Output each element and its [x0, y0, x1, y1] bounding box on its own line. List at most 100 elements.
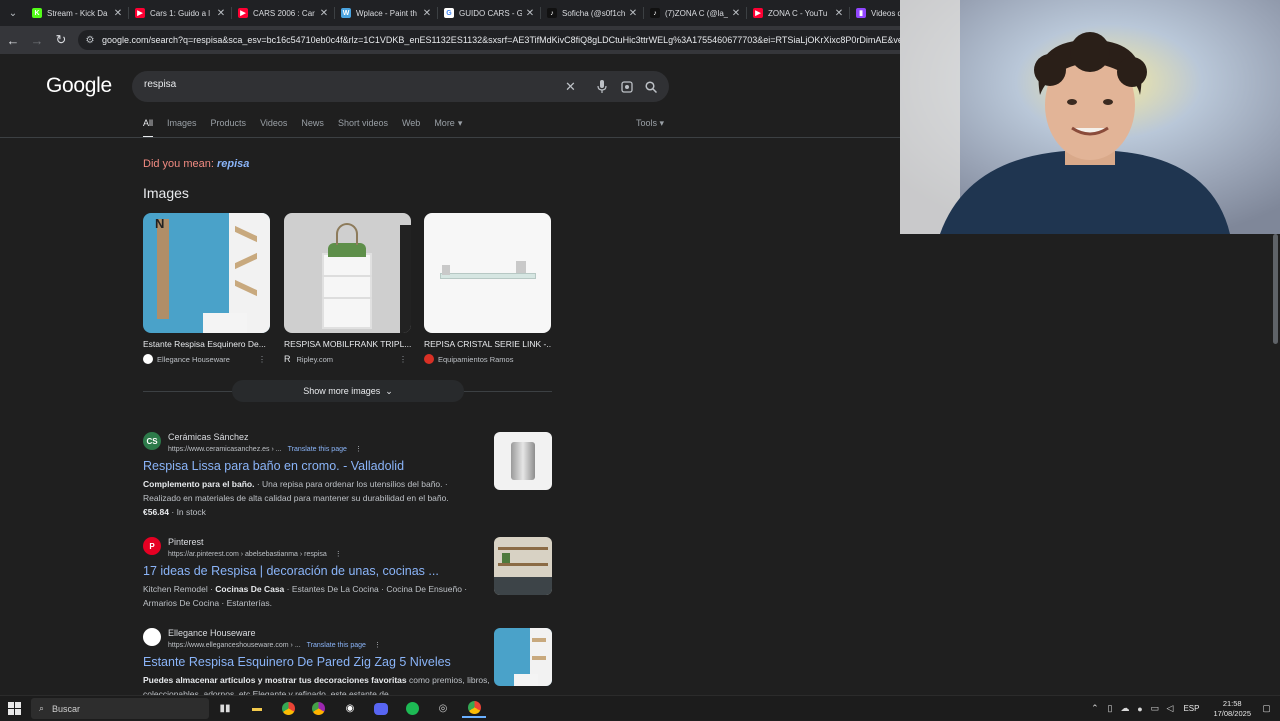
discord-icon[interactable]: [369, 699, 393, 718]
wplace-icon: W: [341, 8, 351, 18]
result-title[interactable]: Estante Respisa Esquinero De Pared Zig Z…: [143, 655, 483, 669]
image-result-card[interactable]: REPISA CRISTAL SERIE LINK -... Equipamie…: [424, 213, 551, 364]
reload-icon[interactable]: ↻: [50, 29, 72, 51]
close-tab-icon[interactable]: ✕: [113, 8, 123, 19]
tab-search-icon[interactable]: ⌄: [0, 0, 26, 26]
google-logo[interactable]: Google: [46, 74, 112, 98]
browser-tab[interactable]: K Stream - Kick Da ✕: [26, 0, 129, 26]
windows-start-icon[interactable]: [8, 702, 21, 715]
result-snippet: Kitchen Remodel · Cocinas De Casa · Esta…: [143, 582, 483, 610]
ceramicas-favicon-icon: CS: [143, 432, 161, 450]
spotify-icon[interactable]: [400, 699, 424, 718]
page-scrollbar[interactable]: [1272, 234, 1280, 695]
microphone-icon[interactable]: ●: [1132, 704, 1147, 714]
filter-tab-videos[interactable]: Videos: [260, 118, 287, 138]
translate-link[interactable]: Translate this page: [288, 446, 347, 453]
browser-tab[interactable]: ▶ ZONA C - YouTu ✕: [747, 0, 850, 26]
result-thumbnail[interactable]: [494, 432, 552, 490]
result-site-name[interactable]: Cerámicas Sánchez: [168, 432, 362, 442]
more-options-icon[interactable]: ⋮: [258, 355, 266, 364]
close-tab-icon[interactable]: ✕: [525, 8, 535, 19]
taskbar-search-box[interactable]: ⌕ Buscar: [31, 698, 209, 719]
result-site-name[interactable]: Pinterest: [168, 537, 342, 547]
result-url[interactable]: https://www.elleganceshouseware.com › ..…: [168, 642, 301, 649]
result-site-name[interactable]: Ellegance Houseware: [168, 628, 381, 638]
language-indicator[interactable]: ESP: [1183, 704, 1199, 713]
kick-icon: K: [32, 8, 42, 18]
forward-arrow-icon[interactable]: →: [26, 29, 48, 51]
image-result-card[interactable]: N Estante Respisa Esquinero De... Ellega…: [143, 213, 270, 364]
result-price: €56.84: [143, 507, 169, 517]
windows-taskbar: ⌕ Buscar ▮▮ ▬ ◉ ◎ ⌃ ▯ ☁ ● ▭ ◁ ESP 21:58 …: [0, 695, 1280, 720]
clear-icon[interactable]: ✕: [561, 77, 580, 96]
youtube-icon: ▶: [753, 8, 763, 18]
search-box[interactable]: respisa ✕: [132, 71, 669, 102]
volume-icon[interactable]: ◁: [1162, 703, 1177, 714]
microphone-icon[interactable]: [592, 77, 611, 96]
search-icon[interactable]: [641, 77, 660, 96]
close-tab-icon[interactable]: ✕: [422, 8, 432, 19]
lens-icon[interactable]: [617, 77, 636, 96]
network-icon[interactable]: ▭: [1147, 703, 1162, 714]
browser-tab[interactable]: ♪ Soficha (@s0f1ch ✕: [541, 0, 644, 26]
image-thumbnail[interactable]: N: [143, 213, 270, 333]
filter-tab-short-videos[interactable]: Short videos: [338, 118, 388, 138]
file-explorer-icon[interactable]: ▬: [245, 699, 269, 718]
clock[interactable]: 21:58 17/08/2025: [1213, 699, 1251, 719]
result-url[interactable]: https://www.ceramicasanchez.es › ...: [168, 446, 282, 453]
image-thumbnail[interactable]: [424, 213, 551, 333]
more-options-icon[interactable]: ⋮: [335, 551, 342, 558]
result-title[interactable]: Respisa Lissa para baño en cromo. - Vall…: [143, 459, 483, 473]
chrome-active-icon[interactable]: [462, 699, 486, 718]
more-options-icon[interactable]: ⋮: [374, 642, 381, 649]
close-tab-icon[interactable]: ✕: [834, 8, 844, 19]
close-tab-icon[interactable]: ✕: [628, 8, 638, 19]
filter-tab-news[interactable]: News: [301, 118, 324, 138]
browser-tab[interactable]: ♪ (7)ZONA C (@la_ ✕: [644, 0, 747, 26]
result-title[interactable]: 17 ideas de Respisa | decoración de unas…: [143, 564, 483, 578]
result-url[interactable]: https://ar.pinterest.com › abelsebastian…: [168, 551, 327, 558]
image-source: Ellegance Houseware: [157, 354, 230, 364]
steelseries-icon[interactable]: ◎: [431, 699, 455, 718]
filter-tab-all[interactable]: All: [143, 118, 154, 138]
address-url: google.com/search?q=respisa&sca_esv=bc16…: [102, 35, 956, 45]
result-thumbnail[interactable]: [494, 537, 552, 595]
obs-icon[interactable]: ◉: [338, 699, 362, 718]
result-thumbnail[interactable]: [494, 628, 552, 686]
filter-tab-products[interactable]: Products: [211, 118, 247, 138]
notifications-icon[interactable]: ▢: [1259, 703, 1274, 714]
filter-tab-more[interactable]: More: [434, 118, 455, 138]
tools-menu[interactable]: Tools ▾: [636, 118, 664, 129]
chrome-canary-icon[interactable]: [306, 699, 330, 718]
search-input[interactable]: respisa: [144, 79, 176, 90]
source-favicon-icon: [424, 354, 434, 364]
task-view-icon[interactable]: ▮▮: [213, 699, 237, 718]
tab-title: Cars 1: Guido a l: [150, 8, 211, 18]
chevron-up-icon[interactable]: ⌃: [1087, 703, 1102, 714]
site-info-icon[interactable]: ⚙: [84, 34, 96, 46]
snippet-bold: Complemento para el baño.: [143, 479, 255, 489]
scrollbar-thumb[interactable]: [1273, 234, 1278, 344]
filter-tab-web[interactable]: Web: [402, 118, 420, 138]
onedrive-icon[interactable]: ☁: [1117, 703, 1132, 714]
close-tab-icon[interactable]: ✕: [319, 8, 329, 19]
close-tab-icon[interactable]: ✕: [731, 8, 741, 19]
show-more-images-button[interactable]: Show more images ⌄: [232, 380, 464, 402]
browser-tab[interactable]: W Wplace - Paint th ✕: [335, 0, 438, 26]
tab-title: (7)ZONA C (@la_: [665, 8, 728, 18]
chrome-icon[interactable]: [276, 699, 300, 718]
browser-tab[interactable]: ▶ Cars 1: Guido a l ✕: [129, 0, 232, 26]
image-thumbnail[interactable]: [284, 213, 411, 333]
close-tab-icon[interactable]: ✕: [216, 8, 226, 19]
snippet-bold: Cocinas De Casa: [215, 584, 285, 594]
did-you-mean-link[interactable]: repisa: [217, 158, 249, 170]
more-options-icon[interactable]: ⋮: [399, 355, 407, 364]
filter-tab-images[interactable]: Images: [167, 118, 197, 138]
browser-tab[interactable]: ▶ CARS 2006 : Car ✕: [232, 0, 335, 26]
back-arrow-icon[interactable]: ←: [2, 29, 24, 51]
browser-tab[interactable]: G GUIDO CARS - G ✕: [438, 0, 541, 26]
translate-link[interactable]: Translate this page: [307, 642, 366, 649]
image-result-card[interactable]: RESPISA MOBILFRANK TRIPL... R Ripley.com …: [284, 213, 411, 364]
device-icon[interactable]: ▯: [1102, 703, 1117, 714]
more-options-icon[interactable]: ⋮: [355, 446, 362, 453]
